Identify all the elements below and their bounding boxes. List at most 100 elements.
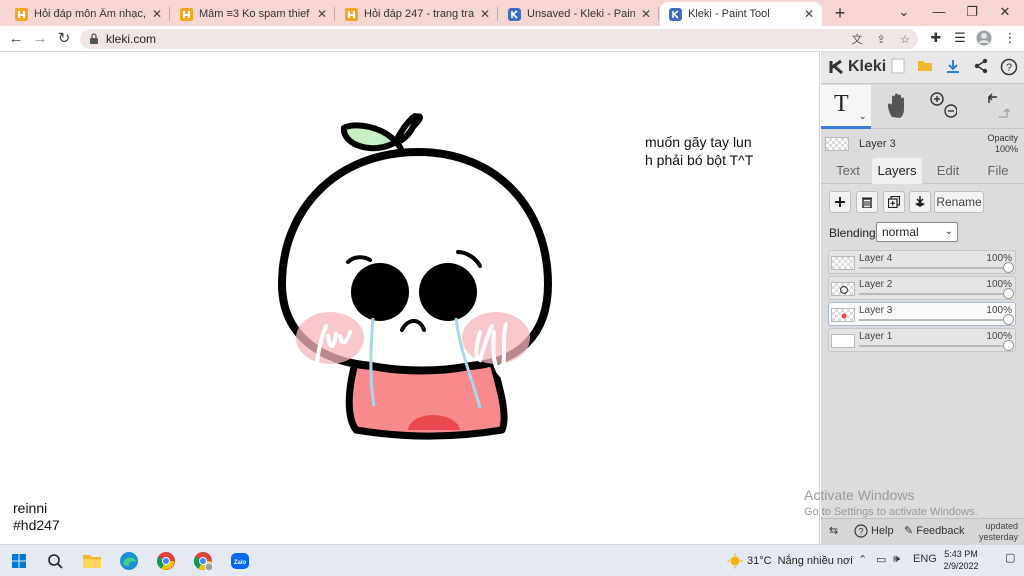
volume-icon[interactable]: 🕪 [893,553,900,566]
plus-icon [835,197,845,207]
merge-layer-down-button[interactable] [909,191,931,213]
weather-widget[interactable]: 31°C Nắng nhiều nơi [727,553,853,569]
tab-layers[interactable]: Layers [872,158,922,184]
edge-browser-icon[interactable] [118,550,140,572]
translate-icon[interactable]: ⽂ [850,33,864,47]
watermark-title: Activate Windows [804,487,915,503]
help-link[interactable]: ? Help [854,524,894,538]
close-tab-icon[interactable]: ✕ [804,7,814,21]
tab-search-chevron-icon[interactable]: ⌄ [889,3,919,21]
minimize-window-icon[interactable]: — [924,3,954,21]
profile-avatar-icon[interactable] [976,30,992,46]
back-arrow-icon[interactable]: ← [6,29,26,49]
add-layer-button[interactable] [829,191,851,213]
layer-opacity-slider-handle[interactable] [1003,340,1014,351]
notifications-icon[interactable]: ▢ [1005,551,1015,564]
kleki-side-panel: Kleki ? T ⌄ Layer 3 Opacity 100% Text La… [821,52,1024,544]
share-icon[interactable] [971,58,991,78]
browser-tab-2[interactable]: Mâm ≡3 Ko spam thief trace ✕ [171,2,335,26]
bookmark-star-icon[interactable]: ☆ [898,33,912,47]
share-page-icon[interactable]: ⇪ [874,33,888,47]
new-tab-plus-icon[interactable]: + [830,3,850,23]
layer-item-layer-3[interactable]: Layer 3 100% [828,302,1016,326]
browser-tab-title: Hỏi đáp 247 - trang tra lời [364,8,474,20]
close-tab-icon[interactable]: ✕ [317,7,327,21]
layer-opacity-slider-track[interactable] [859,345,1009,347]
close-window-icon[interactable]: ✕ [990,3,1020,21]
layer-opacity-slider-track[interactable] [859,319,1009,321]
browser-tab-1[interactable]: Hỏi đáp môn Âm nhạc, Mỹ thuật ✕ [6,2,170,26]
kleki-logo-icon [829,59,843,75]
kleki-favicon-icon [507,7,521,21]
search-icon[interactable] [44,550,66,572]
tab-file[interactable]: File [973,158,1023,184]
rename-layer-button[interactable]: Rename [934,191,984,213]
feedback-link[interactable]: ✎ Feedback [904,524,965,538]
layer-item-layer-1[interactable]: Layer 1 100% [828,328,1016,352]
layer-opacity-slider-handle[interactable] [1003,262,1014,273]
zalo-app-icon[interactable]: Zalo [229,550,251,572]
updated-notice[interactable]: updated yesterday [979,521,1018,543]
layer-item-layer-2[interactable]: Layer 2 100% [828,276,1016,300]
close-tab-icon[interactable]: ✕ [152,7,162,21]
zoom-in-out-icon[interactable] [927,91,957,121]
help-circle-icon[interactable]: ? [999,58,1019,78]
undo-redo-icon[interactable] [981,91,1011,121]
close-tab-icon[interactable]: ✕ [641,7,651,21]
layer-opacity-slider-handle[interactable] [1003,288,1014,299]
tool-options-chevron-icon[interactable]: ⌄ [859,111,867,122]
feedback-label: Feedback [916,524,965,537]
windows-taskbar: Zalo 31°C Nắng nhiều nơi ⌃ ▭ 🕪 ENG 5:43 … [0,544,1024,576]
canvas-caption: muốn gãy tay lun h phải bó bột T^T [645,133,753,169]
drawing-canvas[interactable]: muốn gãy tay lun h phải bó bột T^T reinn… [0,52,820,544]
svg-text:?: ? [1006,62,1012,74]
browser-tab-4[interactable]: Unsaved - Kleki - Paint Tool ✕ [499,2,659,26]
layer-opacity-slider-handle[interactable] [1003,314,1014,325]
weather-description: Nắng nhiều nơi [777,555,853,567]
extensions-puzzle-icon[interactable]: ✚ [928,30,944,46]
chrome-icon[interactable] [155,550,177,572]
download-save-icon[interactable] [943,58,963,78]
delete-layer-button[interactable] [856,191,878,213]
merge-down-icon [915,196,925,207]
swap-sides-icon[interactable]: ⇆ [829,524,838,537]
show-hidden-icons-chevron-icon[interactable]: ⌃ [858,553,867,566]
hoidap247-favicon-icon [179,7,193,21]
reload-icon[interactable]: ↻ [54,29,74,49]
current-layer-name: Layer 3 [859,138,896,150]
reading-list-icon[interactable]: ☰ [952,30,968,46]
browser-tab-5-active[interactable]: Kleki - Paint Tool ✕ [660,2,822,26]
chrome-profile-icon[interactable] [192,550,214,572]
close-tab-icon[interactable]: ✕ [480,7,490,21]
help-label: Help [871,525,894,537]
taskbar-clock[interactable]: 5:43 PM 2/9/2022 [938,548,984,572]
current-layer-header: Layer 3 Opacity 100% [821,130,1024,158]
tab-text[interactable]: Text [823,158,873,184]
language-indicator[interactable]: ENG [913,553,937,565]
browser-menu-icon[interactable]: ⋮ [1002,30,1018,46]
layer-name: Layer 3 [859,305,893,316]
new-image-icon[interactable] [888,58,908,78]
blending-mode-select[interactable]: normal ⌄ [876,222,958,242]
layer-item-layer-4[interactable]: Layer 4 100% [828,250,1016,274]
windows-start-icon[interactable] [8,550,30,572]
layer-opacity-slider-track[interactable] [859,267,1009,269]
kleki-logo[interactable]: Kleki [829,58,886,76]
text-tool-button[interactable]: T ⌄ [821,85,871,129]
network-icon[interactable]: ▭ [876,553,886,566]
hand-tool-icon[interactable] [883,91,913,121]
restore-window-icon[interactable]: ❐ [957,3,987,21]
address-bar[interactable]: kleki.com ⽂ ⇪ ☆ [80,29,918,49]
caption-line-1: muốn gãy tay lun [645,134,752,150]
file-explorer-icon[interactable] [81,550,103,572]
layer-opacity-slider-track[interactable] [859,293,1009,295]
tab-edit[interactable]: Edit [923,158,973,184]
signature-line-2: #hd247 [13,517,60,533]
forward-arrow-icon[interactable]: → [30,29,50,49]
url-text[interactable]: kleki.com [106,32,156,46]
browser-tab-3[interactable]: Hỏi đáp 247 - trang tra lời ✕ [336,2,498,26]
clock-date: 2/9/2022 [943,561,979,571]
opacity-value: 100% [994,144,1018,154]
open-folder-icon[interactable] [915,58,935,78]
duplicate-layer-button[interactable] [883,191,905,213]
